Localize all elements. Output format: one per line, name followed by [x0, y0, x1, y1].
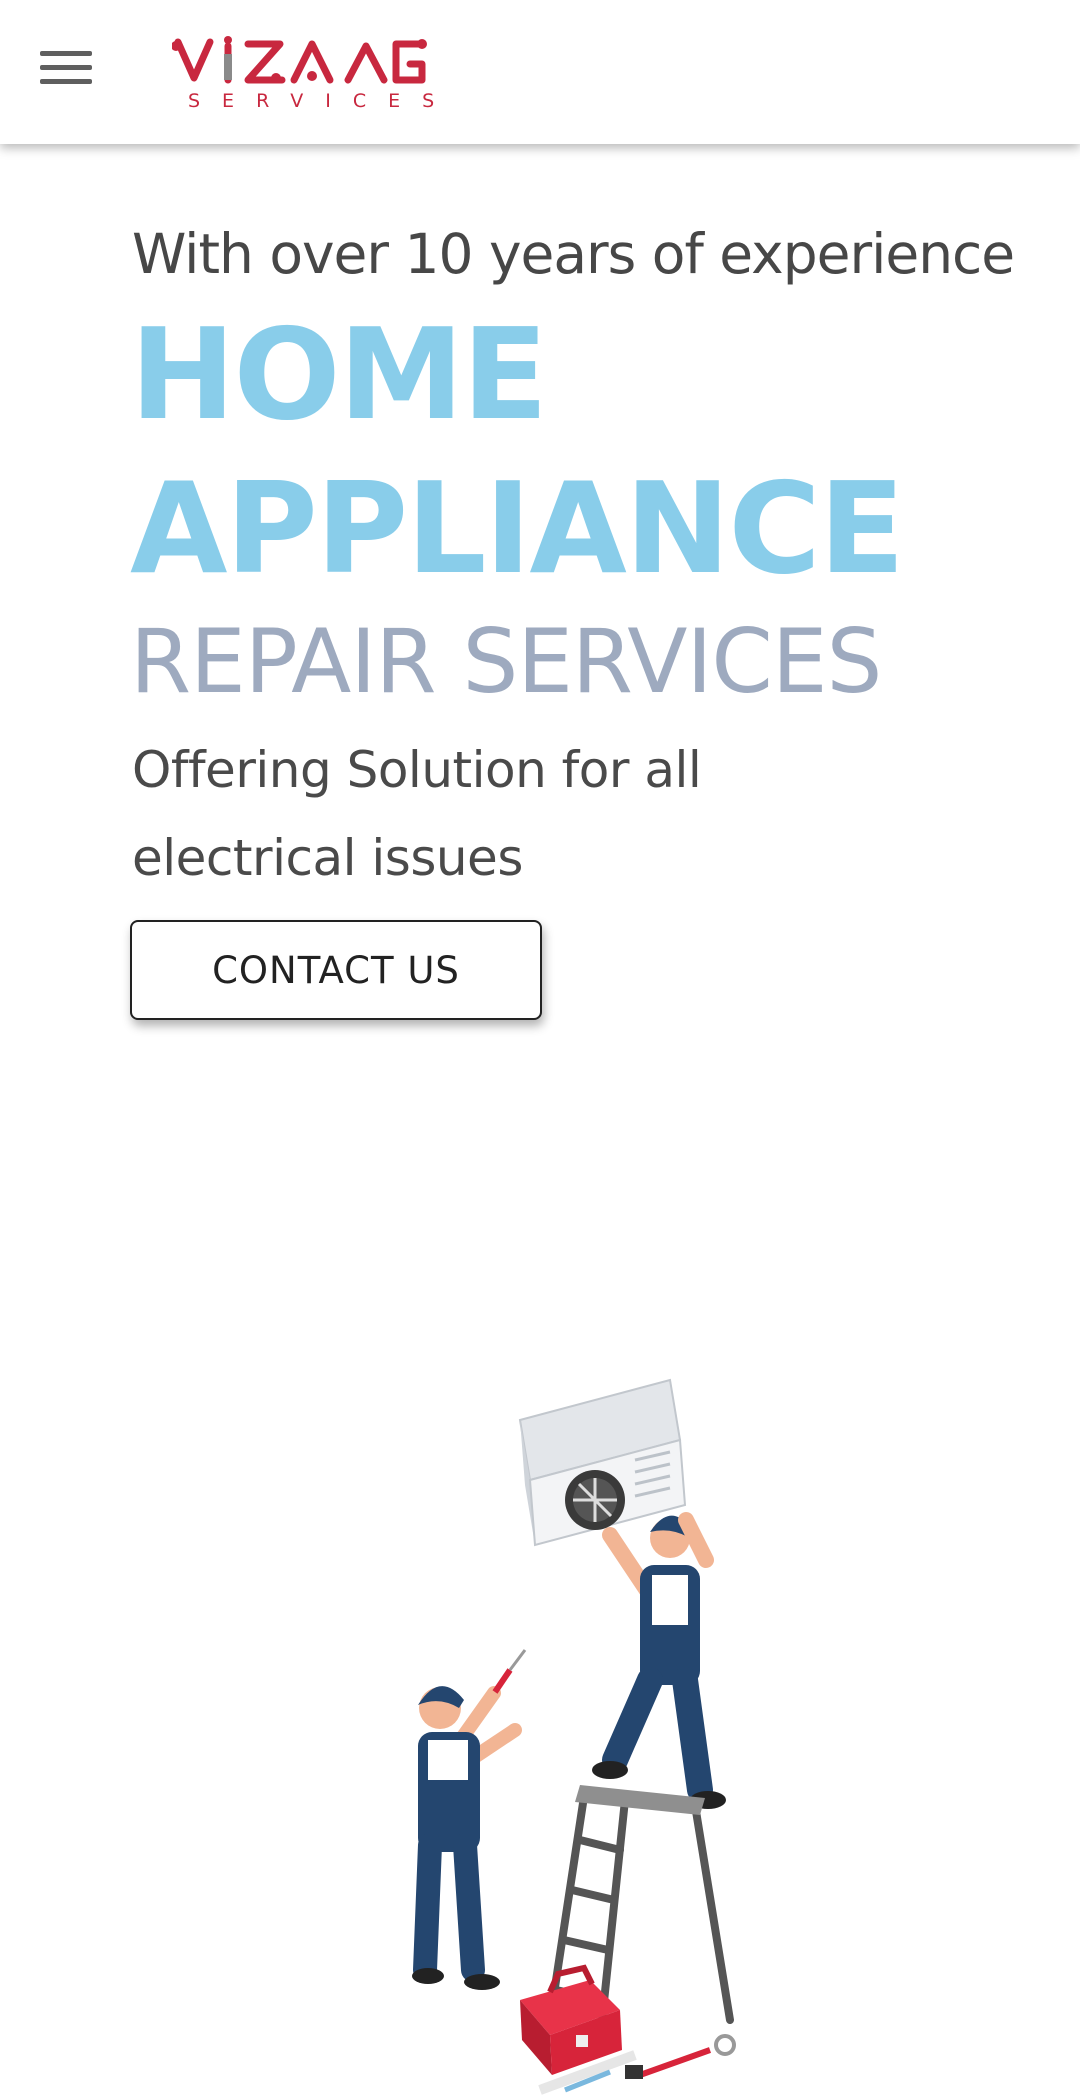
- hero-subtitle: REPAIR SERVICES: [130, 610, 882, 713]
- hero-title-line-1: HOME: [130, 301, 548, 448]
- hero-description: Offering Solution for all electrical iss…: [132, 726, 832, 902]
- hero-description-line-1: Offering Solution for all: [132, 741, 702, 799]
- hero-description-line-2: electrical issues: [132, 829, 523, 887]
- hero-title-line-2: APPLIANCE: [130, 455, 905, 602]
- hamburger-menu-icon[interactable]: [40, 51, 92, 85]
- logo-subtext: SERVICES: [188, 90, 457, 112]
- hero-tagline: With over 10 years of experience: [132, 222, 1015, 286]
- vizag-services-logo[interactable]: SERVICES: [171, 36, 457, 116]
- contact-us-button[interactable]: CONTACT US: [130, 920, 542, 1020]
- technicians-repairing-ac-illustration: [412, 1378, 736, 2095]
- technician-with-screwdriver: [412, 1649, 527, 1990]
- vizag-logo-mark: [171, 36, 427, 84]
- top-app-bar: SERVICES: [0, 0, 1080, 144]
- technician-on-ladder: [592, 1512, 726, 1809]
